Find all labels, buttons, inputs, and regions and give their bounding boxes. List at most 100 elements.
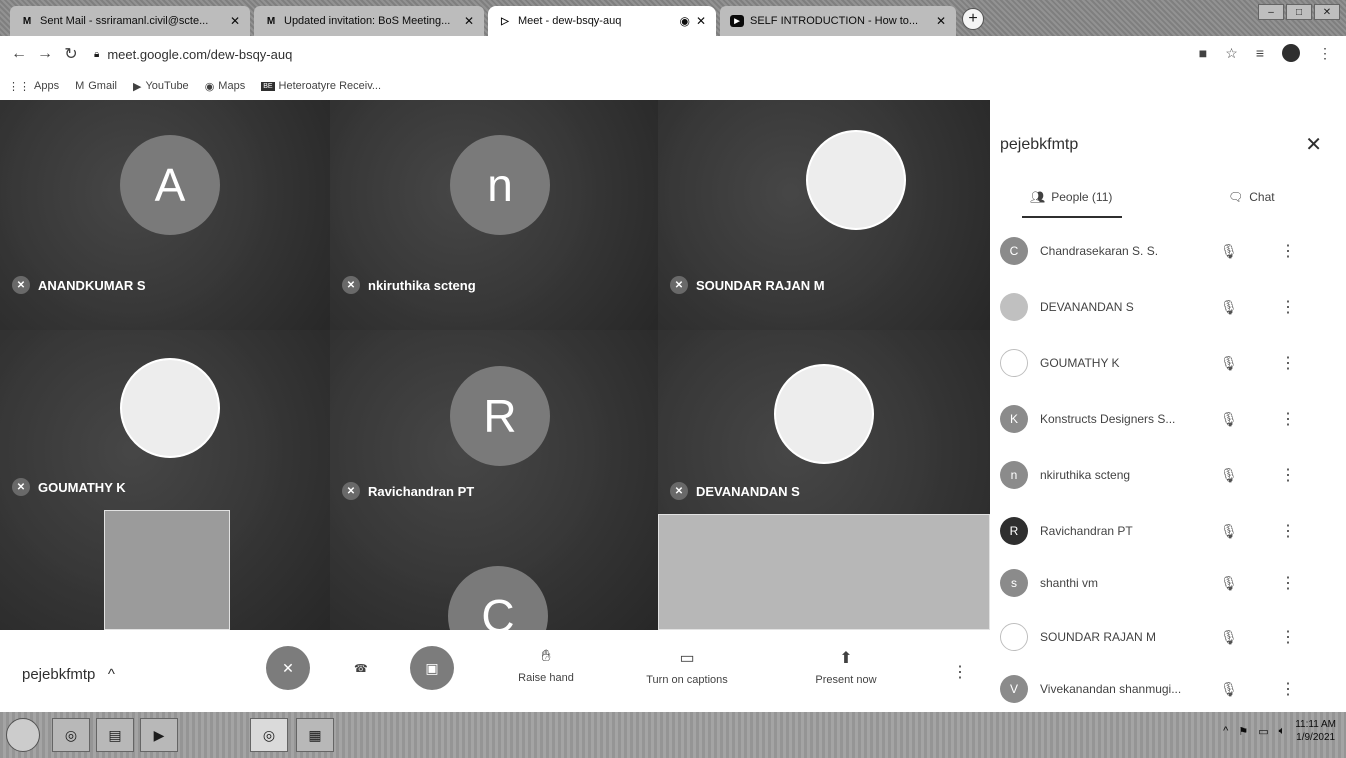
raise-hand-button[interactable]: ✋︎ Raise hand — [506, 648, 586, 684]
captions-icon: ▭ — [679, 650, 695, 667]
lock-icon[interactable]: 🔒︎ — [94, 49, 99, 60]
participant-tile[interactable]: A ✕ ANANDKUMAR S — [0, 100, 330, 330]
close-icon[interactable]: ✕ — [1305, 132, 1322, 157]
address-bar-row: ← → ↻ 🔒︎ meet.google.com/dew-bsqy-auq ■ … — [0, 36, 1346, 72]
reload-icon[interactable]: ↻ — [58, 44, 84, 64]
tab-title: Meet - dew-bsqy-auq — [518, 15, 622, 27]
browser-tab[interactable]: M Sent Mail - ssriramanl.civil@scte... ✕ — [10, 6, 250, 36]
youtube-icon: ▶ — [730, 15, 744, 27]
bookmark-maps[interactable]: ◉ Maps — [205, 80, 246, 93]
participant-name-label: ✕ GOUMATHY K — [12, 478, 126, 496]
mic-toggle-button[interactable]: ✕ — [266, 646, 310, 690]
more-options-icon[interactable]: ⋮ — [1280, 409, 1296, 429]
participant-tile[interactable]: R ✕ Ravichandran PT C — [330, 330, 658, 630]
bookmark-youtube[interactable]: ▶ YouTube — [133, 80, 189, 93]
network-icon[interactable]: ⚑ — [1238, 725, 1248, 738]
document-icon[interactable]: ▦ — [296, 718, 334, 752]
avatar-photo — [120, 358, 220, 458]
browser-tab-active[interactable]: ▷ Meet - dew-bsqy-auq ◉ ✕ — [488, 6, 716, 36]
system-tray: ^ ⚑ ▭ 🔈︎ 11:11 AM 1/9/2021 — [1223, 718, 1336, 744]
browser-tab[interactable]: ▶ SELF INTRODUCTION - How to... ✕ — [720, 6, 956, 36]
volume-icon[interactable]: 🔈︎ — [1279, 725, 1286, 738]
browser-tab-strip: M Sent Mail - ssriramanl.civil@scte... ✕… — [0, 0, 1346, 36]
participant-tile[interactable]: n ✕ nkiruthika scteng — [330, 100, 658, 330]
captions-button[interactable]: ▭ Turn on captions — [632, 648, 742, 686]
bookmark-apps[interactable]: ⋮⋮ Apps — [8, 80, 59, 93]
meeting-details-toggle[interactable]: pejebkfmtp ^ — [22, 666, 115, 683]
leave-call-icon[interactable]: ☎ — [354, 662, 368, 675]
bookmark-heteroatyre[interactable]: BE Heteroatyre Receiv... — [261, 80, 381, 92]
more-options-icon[interactable]: ⋮ — [1280, 353, 1296, 373]
meeting-grid: A ✕ ANANDKUMAR S n ✕ nkiruthika scteng ✕… — [0, 100, 990, 630]
camera-toggle-button[interactable]: ▣ — [410, 646, 454, 690]
mic-off-icon: 🎙︎ — [1220, 410, 1238, 427]
participant-video[interactable] — [658, 514, 990, 630]
avatar: s — [1000, 569, 1028, 597]
tab-title: Sent Mail - ssriramanl.civil@scte... — [40, 15, 209, 27]
participant-tile[interactable]: ✕ DEVANANDAN S — [658, 330, 990, 630]
participant-name-label: ✕ DEVANANDAN S — [670, 482, 800, 500]
bookmark-gmail[interactable]: M Gmail — [75, 80, 117, 92]
media-player-icon[interactable]: ▶ — [140, 718, 178, 752]
participant-row[interactable]: s shanthi vm 🎙︎ ⋮ — [990, 560, 1346, 606]
more-options-icon[interactable]: ⋮ — [1280, 297, 1296, 317]
mic-off-icon: ✕ — [670, 482, 688, 500]
start-button[interactable] — [6, 718, 40, 752]
back-icon[interactable]: ← — [6, 45, 32, 63]
tray-arrow-icon[interactable]: ^ — [1223, 725, 1228, 737]
close-tab-icon[interactable]: ✕ — [696, 14, 706, 28]
new-tab-button[interactable]: + — [962, 8, 984, 30]
star-icon[interactable]: ☆ — [1225, 45, 1238, 62]
file-explorer-icon[interactable]: ▤ — [96, 718, 134, 752]
more-options-icon[interactable]: ⋮ — [1280, 627, 1296, 647]
minimize-button[interactable]: – — [1258, 4, 1284, 20]
camera-icon[interactable]: ■ — [1199, 45, 1207, 61]
more-options-icon[interactable]: ⋮ — [952, 662, 968, 682]
participant-row[interactable]: C Chandrasekaran S. S. 🎙︎ ⋮ — [990, 228, 1346, 274]
avatar — [1000, 293, 1028, 321]
participant-name: Chandrasekaran S. S. — [1040, 244, 1159, 258]
chrome-icon[interactable]: ◎ — [52, 718, 90, 752]
participant-row[interactable]: K Konstructs Designers S... 🎙︎ ⋮ — [990, 396, 1346, 442]
menu-icon[interactable]: ⋮ — [1318, 45, 1332, 62]
participant-row[interactable]: SOUNDAR RAJAN M 🎙︎ ⋮ — [990, 614, 1346, 660]
participant-row[interactable]: V Vivekanandan shanmugi... 🎙︎ ⋮ — [990, 666, 1346, 712]
browser-tab[interactable]: M Updated invitation: BoS Meeting... ✕ — [254, 6, 484, 36]
media-icon[interactable]: ≡ — [1256, 45, 1264, 61]
participant-name-label: ✕ SOUNDAR RAJAN M — [670, 276, 825, 294]
more-options-icon[interactable]: ⋮ — [1280, 573, 1296, 593]
chrome-taskbar-button[interactable]: ◎ — [250, 718, 288, 752]
battery-icon[interactable]: ▭ — [1258, 725, 1268, 738]
system-clock[interactable]: 11:11 AM 1/9/2021 — [1295, 718, 1336, 744]
avatar — [1000, 349, 1028, 377]
present-now-button[interactable]: ⬆︎ Present now — [796, 648, 896, 686]
more-options-icon[interactable]: ⋮ — [1280, 679, 1296, 699]
self-view-video[interactable] — [104, 510, 230, 630]
forward-icon[interactable]: → — [32, 45, 58, 63]
participant-tile[interactable]: ✕ GOUMATHY K — [0, 330, 330, 630]
more-options-icon[interactable]: ⋮ — [1280, 521, 1296, 541]
close-tab-icon[interactable]: ✕ — [230, 14, 240, 28]
tab-people[interactable]: 👥︎ People (11) — [1030, 190, 1112, 204]
participant-tile[interactable]: ✕ SOUNDAR RAJAN M — [658, 100, 990, 330]
participant-row[interactable]: R Ravichandran PT 🎙︎ ⋮ — [990, 508, 1346, 554]
gmail-icon: M — [266, 15, 276, 27]
participant-row[interactable]: DEVANANDAN S 🎙︎ ⋮ — [990, 284, 1346, 330]
participant-row[interactable]: n nkiruthika scteng 🎙︎ ⋮ — [990, 452, 1346, 498]
url-field[interactable]: meet.google.com/dew-bsqy-auq — [107, 47, 292, 62]
close-tab-icon[interactable]: ✕ — [936, 14, 946, 28]
present-icon: ⬆︎ — [839, 650, 853, 667]
apps-grid-icon: ⋮⋮ — [8, 80, 30, 93]
more-options-icon[interactable]: ⋮ — [1280, 465, 1296, 485]
os-taskbar: ◎ ▤ ▶ ◎ ▦ ^ ⚑ ▭ 🔈︎ 11:11 AM 1/9/2021 — [0, 712, 1346, 758]
participant-name: SOUNDAR RAJAN M — [1040, 630, 1157, 644]
avatar[interactable] — [1282, 44, 1300, 62]
more-options-icon[interactable]: ⋮ — [1280, 241, 1296, 261]
close-tab-icon[interactable]: ✕ — [464, 14, 474, 28]
participant-row[interactable]: GOUMATHY K 🎙︎ ⋮ — [990, 340, 1346, 386]
tab-chat[interactable]: 🗨︎ Chat — [1228, 190, 1275, 204]
close-window-button[interactable]: ✕ — [1314, 4, 1340, 20]
youtube-icon: ▶ — [132, 80, 142, 93]
maximize-button[interactable]: □ — [1286, 4, 1312, 20]
tab-title: Updated invitation: BoS Meeting... — [284, 15, 451, 27]
